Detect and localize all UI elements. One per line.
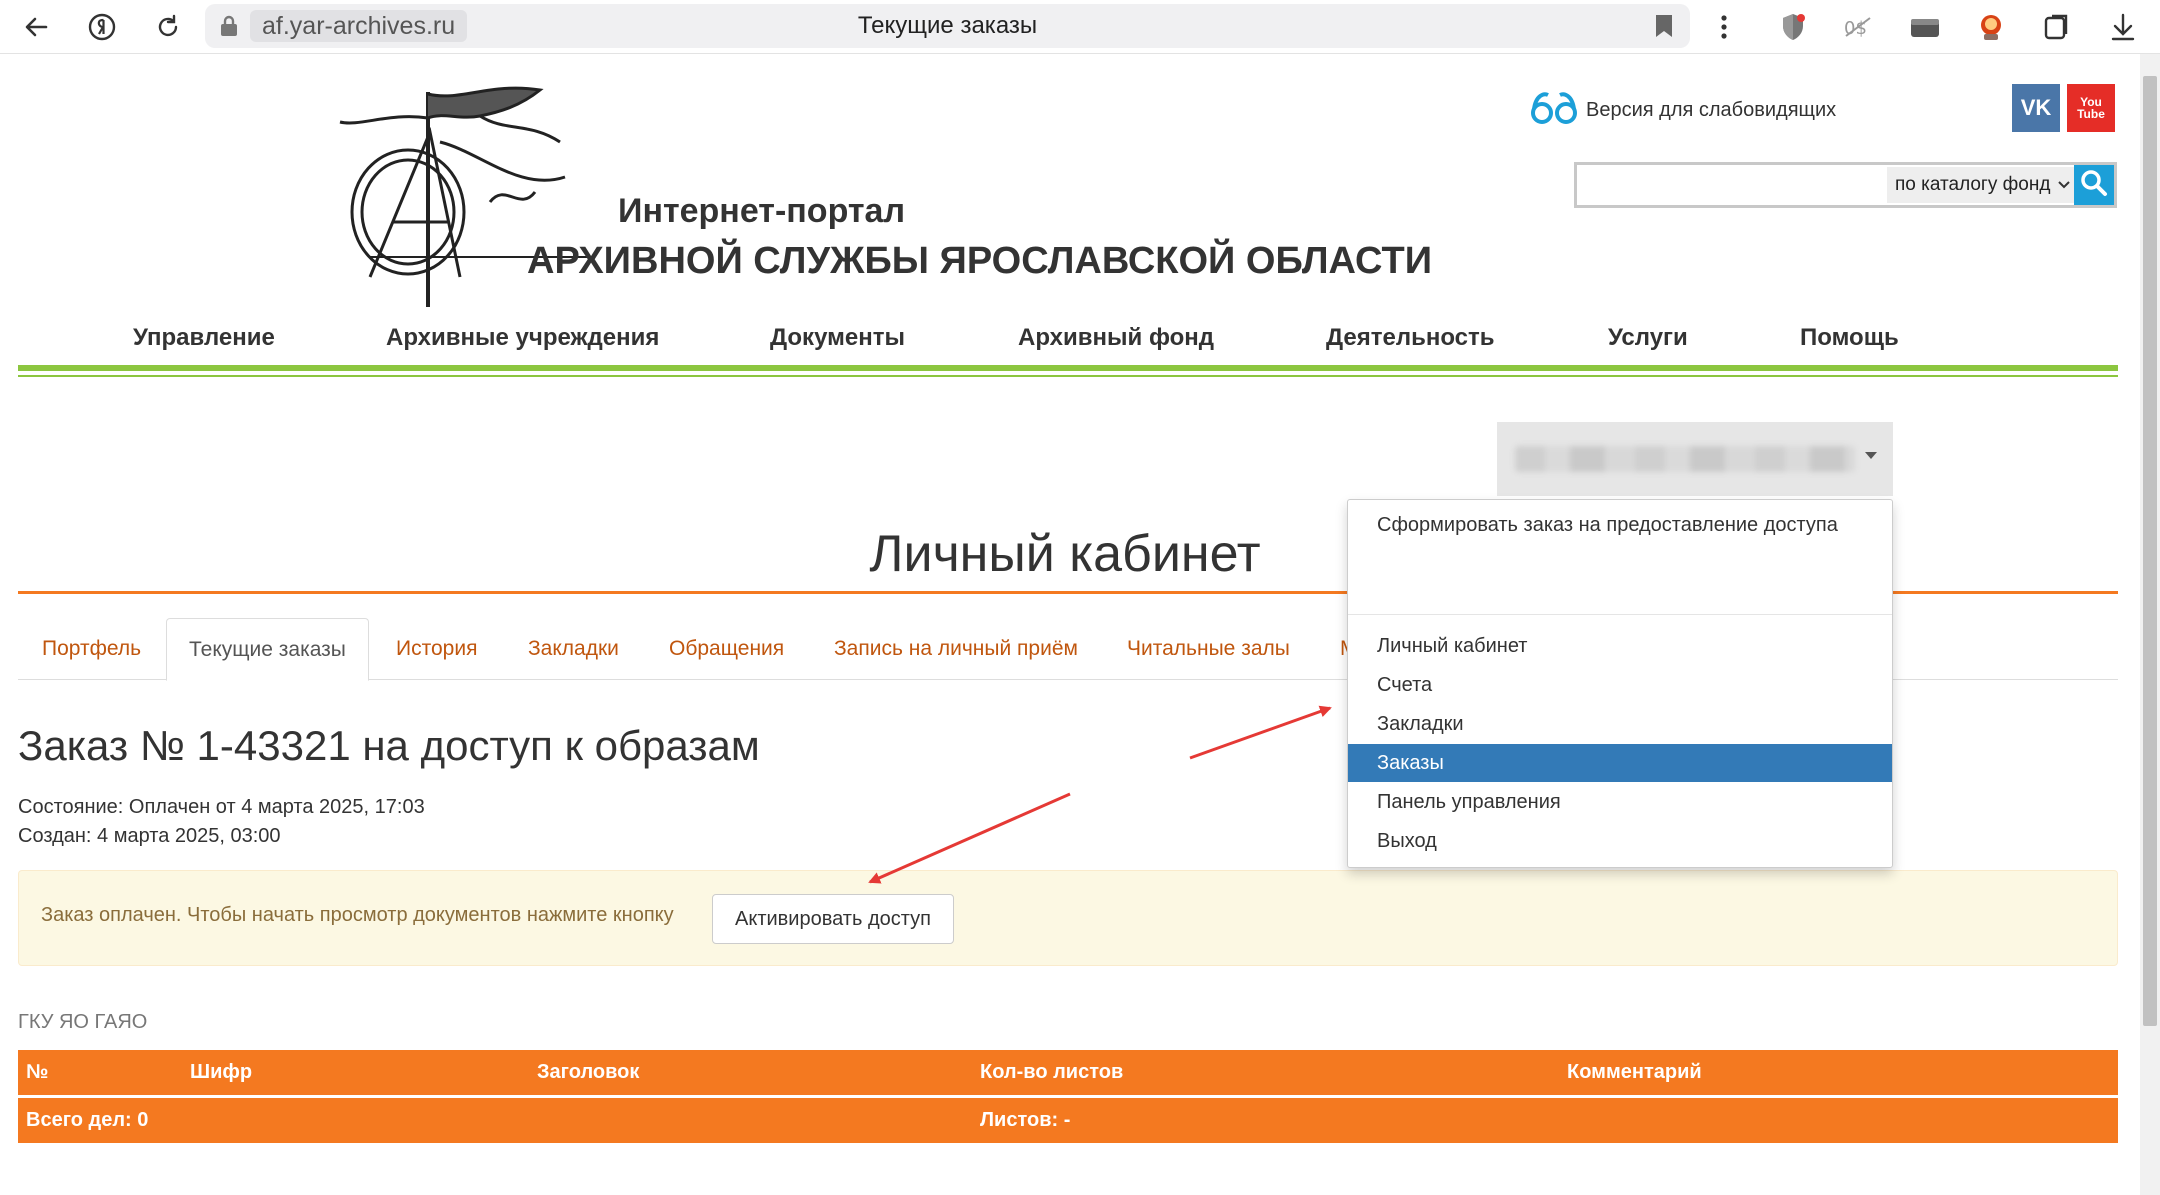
nav-item-help[interactable]: Помощь [1800,324,1899,352]
glasses-icon [1530,89,1578,131]
wallet-icon[interactable] [1908,10,1942,44]
col-comment: Комментарий [1567,1061,1702,1083]
arrow-to-orders [1189,705,1332,760]
nav-divider-thin [18,375,2118,377]
site-search: по каталогу фонд [1574,162,2117,208]
user-dropdown-menu: Сформировать заказ на предоставление дос… [1347,499,1893,868]
payment-alert: Заказ оплачен. Чтобы начать просмотр док… [18,870,2118,966]
tab-history[interactable]: История [396,618,477,680]
menu-item-invoices[interactable]: Счета [1348,666,1892,704]
total-sheets: Листов: - [980,1109,1071,1131]
nav-item-services[interactable]: Услуги [1608,324,1688,352]
page-scrollbar[interactable] [2140,54,2160,1195]
order-title: Заказ № 1-43321 на доступ к образам [18,722,760,769]
search-icon [2080,169,2108,202]
nav-divider [18,365,2118,371]
tab-appeals[interactable]: Обращения [669,618,784,680]
col-number: № [26,1061,49,1083]
bookmark-icon[interactable] [1654,13,1674,39]
low-vision-label: Версия для слабовидящих [1586,98,1837,121]
vpn-icon[interactable]: 0$ [1842,10,1876,44]
shield-icon[interactable] [1776,10,1810,44]
alert-message: Заказ оплачен. Чтобы начать просмотр док… [41,904,674,926]
tab-bookmarks[interactable]: Закладки [528,618,619,680]
portal-subtitle: АРХИВНОЙ СЛУЖБЫ ЯРОСЛАВСКОЙ ОБЛАСТИ [527,240,1433,282]
nav-item-documents[interactable]: Документы [770,324,905,352]
menu-item-cabinet[interactable]: Личный кабинет [1348,627,1892,665]
table-header: № Шифр Заголовок Кол-во листов Комментар… [18,1050,2118,1095]
portal-title: Интернет-портал [618,192,906,230]
table-footer: Всего дел: 0 Листов: - [18,1098,2118,1143]
total-cases: Всего дел: 0 [26,1109,149,1131]
menu-item-dashboard[interactable]: Панель управления [1348,783,1892,821]
domain-label[interactable]: af.yar-archives.ru [250,10,468,42]
caret-down-icon [1865,452,1877,459]
reload-icon[interactable] [150,9,186,45]
tab-current-orders[interactable]: Текущие заказы [166,618,369,681]
menu-divider [1348,614,1892,615]
download-icon[interactable] [2106,10,2140,44]
low-vision-link[interactable]: Версия для слабовидящих [1530,89,1836,131]
organization-label: ГКУ ЯО ГАЯО [18,1011,148,1033]
tab-portfolio[interactable]: Портфель [42,618,141,680]
col-sheets: Кол-во листов [980,1061,1124,1083]
more-menu-icon[interactable] [1707,10,1741,44]
lock-icon [217,14,241,38]
activate-access-button[interactable]: Активировать доступ [712,894,954,944]
search-input[interactable] [1577,165,1887,205]
user-name-redacted [1515,446,1855,472]
order-status: Состояние: Оплачен от 4 марта 2025, 17:0… [18,796,425,818]
nav-item-management[interactable]: Управление [133,324,275,352]
menu-item-create-order[interactable]: Сформировать заказ на предоставление дос… [1348,506,1892,544]
user-dropdown-toggle[interactable] [1497,422,1893,496]
search-button[interactable] [2074,165,2114,205]
menu-item-orders[interactable]: Заказы [1348,744,1892,782]
search-scope-select[interactable]: по каталогу фонд [1887,167,2077,203]
vk-icon[interactable]: VK [2012,84,2060,132]
menu-item-bookmarks[interactable]: Закладки [1348,705,1892,743]
menu-item-logout[interactable]: Выход [1348,822,1892,860]
nav-item-archives[interactable]: Архивные учреждения [386,324,659,352]
nav-item-archive-fund[interactable]: Архивный фонд [1018,324,1214,352]
nav-item-activity[interactable]: Деятельность [1326,324,1495,352]
youtube-icon[interactable]: You Tube [2067,84,2115,132]
tab-appointment[interactable]: Запись на личный приём [834,618,1078,680]
extension-avatar-icon[interactable] [1974,10,2008,44]
collections-icon[interactable] [2040,10,2074,44]
address-bar[interactable]: af.yar-archives.ru Текущие заказы [205,4,1690,48]
yandex-icon[interactable] [84,9,120,45]
order-created: Создан: 4 марта 2025, 03:00 [18,825,281,847]
arrow-to-activate [868,792,1071,884]
tab-reading-rooms[interactable]: Читальные залы [1127,618,1290,680]
back-arrow-icon[interactable] [18,9,54,45]
col-code: Шифр [190,1061,253,1083]
chevron-down-icon [2057,167,2071,217]
scrollbar-thumb[interactable] [2143,76,2157,1026]
col-title: Заголовок [537,1061,640,1083]
browser-toolbar: af.yar-archives.ru Текущие заказы 0$ [0,0,2160,54]
web-page: Интернет-портал АРХИВНОЙ СЛУЖБЫ ЯРОСЛАВС… [0,54,2140,1195]
